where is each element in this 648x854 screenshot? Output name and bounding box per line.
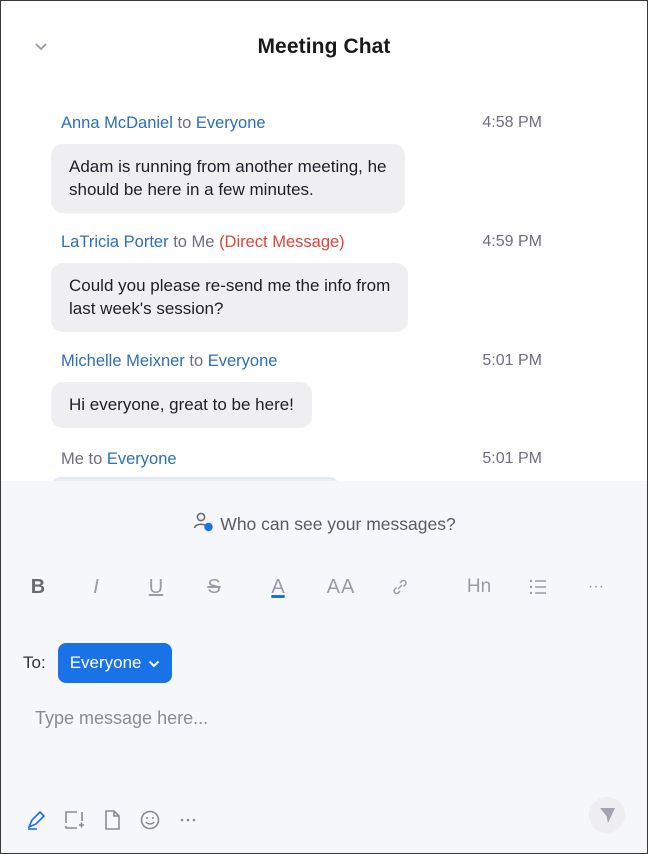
recipient-name: Everyone [195, 114, 266, 132]
more-formatting-button[interactable]: ··· [581, 569, 611, 605]
font-size-button[interactable]: AA [321, 569, 361, 605]
bulleted-list-icon[interactable] [523, 569, 553, 605]
visibility-info[interactable]: Who can see your messages? [1, 511, 647, 538]
font-size-label: AA [326, 575, 356, 598]
message-text-line: last week's session? [69, 299, 224, 318]
direct-message-label: (Direct Message) [219, 233, 345, 251]
strikethrough-button[interactable]: S [199, 569, 229, 605]
message-time: 5:01 PM [482, 450, 542, 467]
to-label: To: [23, 653, 46, 672]
link-icon[interactable] [385, 569, 415, 605]
to-word: to [88, 450, 103, 468]
audience-dropdown[interactable]: Everyone [57, 643, 172, 683]
message-text-line: Adam is running from another meeting, he [69, 157, 387, 176]
message-text-line: Hi everyone, great to be here! [69, 395, 294, 414]
bold-button[interactable]: B [23, 569, 53, 605]
heading-button[interactable]: Hn [459, 569, 499, 605]
sender-name[interactable]: Michelle Meixner [61, 352, 185, 370]
message-text-line: Could you please re-send me the info fro… [69, 276, 391, 295]
to-word: to [189, 352, 204, 370]
message-bubble: Could you please re-send me the info fro… [51, 263, 409, 332]
more-icon[interactable] [175, 807, 201, 833]
message-time: 4:58 PM [482, 114, 542, 131]
sender-name[interactable]: LaTricia Porter [61, 233, 169, 251]
message-bubble: Hi everyone, great to be here! [51, 382, 312, 428]
message-header: Anna McDaniel to Everyone [61, 114, 266, 133]
send-icon[interactable] [589, 797, 625, 833]
recipient-name: Everyone [106, 450, 177, 468]
audience-label: Everyone [69, 653, 142, 672]
format-pen-icon[interactable] [23, 807, 49, 833]
message-text-line: should be here in a few minutes. [69, 180, 314, 199]
sender-name: Me [61, 450, 84, 468]
composer-actions [23, 805, 201, 835]
emoji-icon[interactable] [137, 807, 163, 833]
message-header: Me to Everyone [61, 450, 177, 469]
recipient-row: To: Everyone [23, 641, 172, 685]
message-bubble: Adam is running from another meeting, he… [51, 144, 405, 213]
message-header: Michelle Meixner to Everyone [61, 352, 277, 371]
font-color-button[interactable]: A [263, 569, 293, 605]
person-shield-icon [192, 511, 214, 538]
formatting-toolbar: B I U S A AA Hn ··· [1, 569, 647, 605]
underline-button[interactable]: U [141, 569, 171, 605]
message-header: LaTricia Porter to Me (Direct Message) [61, 233, 345, 252]
to-word: to [173, 233, 187, 251]
message-time: 5:01 PM [482, 352, 542, 369]
chevron-down-icon [148, 653, 160, 673]
chat-header: Meeting Chat [1, 1, 647, 91]
message-time: 4:59 PM [482, 233, 542, 250]
italic-button[interactable]: I [81, 569, 111, 605]
sender-name[interactable]: Anna McDaniel [61, 114, 173, 132]
message-composer: Who can see your messages? B I U S A AA … [1, 481, 647, 853]
message-list[interactable]: Anna McDaniel to Everyone 4:58 PM Adam i… [1, 97, 647, 481]
meeting-chat-panel: Meeting Chat Anna McDaniel to Everyone 4… [0, 0, 648, 854]
to-word: to [177, 114, 192, 132]
message-input[interactable] [35, 703, 595, 733]
recipient-name: Me [191, 233, 215, 251]
recipient-name: Everyone [207, 352, 278, 370]
visibility-text: Who can see your messages? [220, 514, 456, 534]
page-title: Meeting Chat [257, 35, 391, 58]
file-icon[interactable] [99, 807, 125, 833]
screenshot-icon[interactable] [61, 807, 87, 833]
